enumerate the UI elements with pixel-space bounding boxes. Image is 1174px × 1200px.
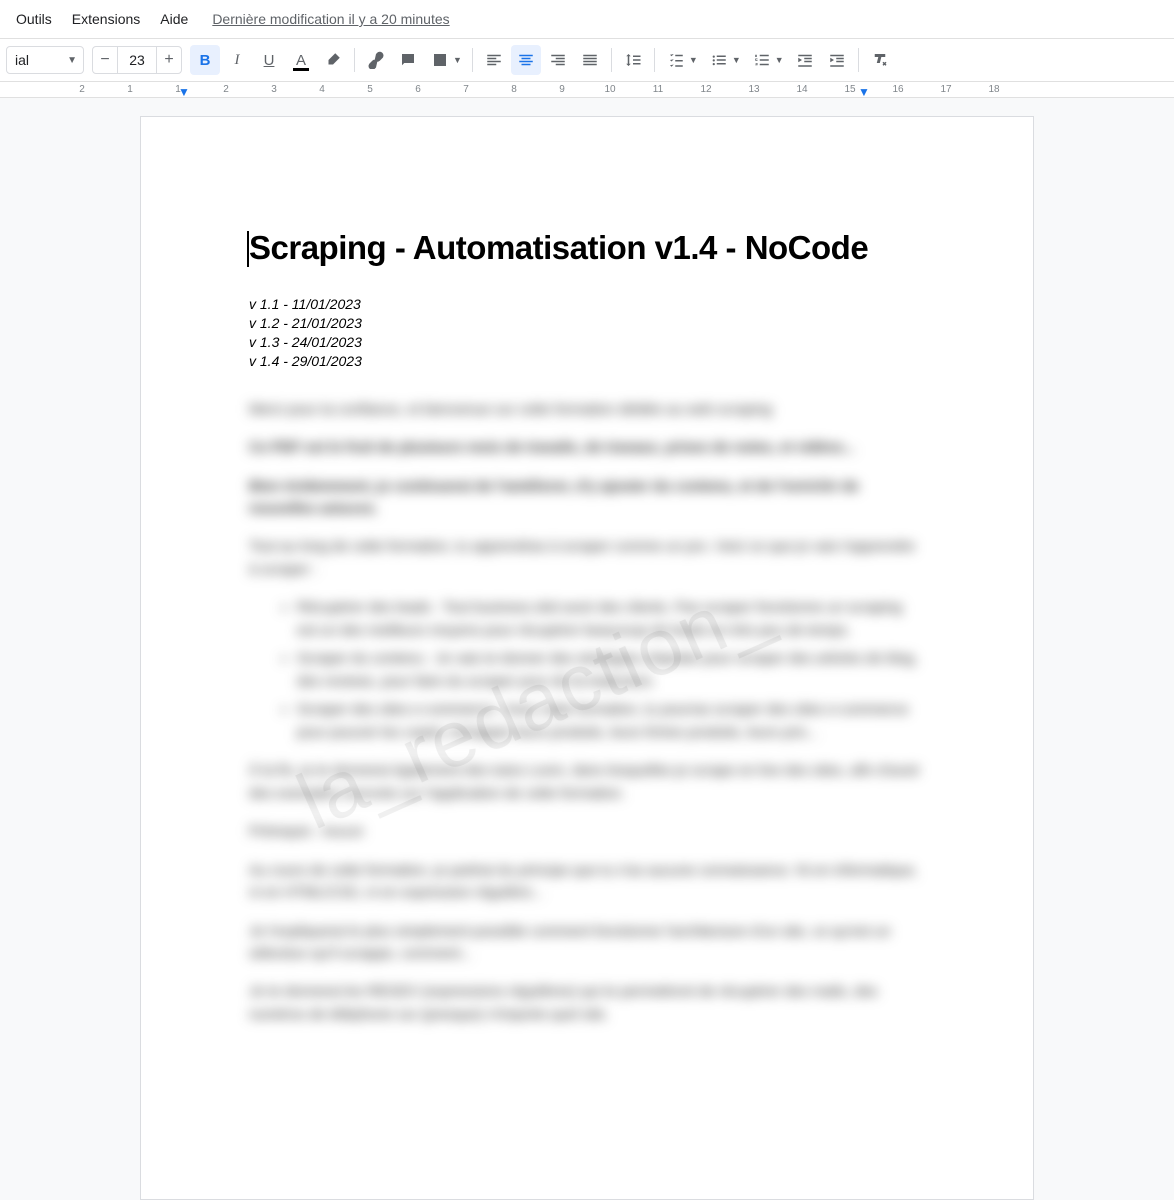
canvas: Scraping - Automatisation v1.4 - NoCode … xyxy=(0,98,1174,1200)
numbered-list-icon xyxy=(753,51,771,69)
image-icon xyxy=(431,51,449,69)
version-line: v 1.1 - 11/01/2023 xyxy=(249,295,925,314)
font-size-input[interactable] xyxy=(117,47,157,73)
numbered-list-combo[interactable]: ▼ xyxy=(747,45,788,75)
highlight-icon xyxy=(324,51,342,69)
comment-icon xyxy=(399,51,417,69)
font-family-label: ial xyxy=(15,52,29,68)
menu-aide[interactable]: Aide xyxy=(152,5,196,33)
separator xyxy=(654,48,655,72)
clear-formatting-button[interactable] xyxy=(865,45,895,75)
highlight-button[interactable] xyxy=(318,45,348,75)
checklist-button[interactable] xyxy=(661,45,691,75)
menu-outils[interactable]: Outils xyxy=(8,5,60,33)
align-center-icon xyxy=(517,51,535,69)
menubar: Outils Extensions Aide Dernière modifica… xyxy=(0,0,1174,38)
text-color-button[interactable]: A xyxy=(286,45,316,75)
version-line: v 1.3 - 24/01/2023 xyxy=(249,333,925,352)
insert-link-button[interactable] xyxy=(361,45,391,75)
insert-image-button[interactable] xyxy=(425,45,455,75)
numbered-list-button[interactable] xyxy=(747,45,777,75)
separator xyxy=(611,48,612,72)
chevron-down-icon: ▼ xyxy=(67,55,77,66)
separator xyxy=(354,48,355,72)
last-edit-link[interactable]: Dernière modification il y a 20 minutes xyxy=(212,11,449,27)
decrease-indent-button[interactable] xyxy=(790,45,820,75)
align-right-icon xyxy=(549,51,567,69)
align-justify-button[interactable] xyxy=(575,45,605,75)
increase-indent-button[interactable] xyxy=(822,45,852,75)
document-page[interactable]: Scraping - Automatisation v1.4 - NoCode … xyxy=(140,116,1034,1200)
clear-formatting-icon xyxy=(871,51,889,69)
insert-comment-button[interactable] xyxy=(393,45,423,75)
bullet-list-combo[interactable]: ▼ xyxy=(704,45,745,75)
separator xyxy=(472,48,473,72)
link-icon xyxy=(367,51,385,69)
bullet-list-icon xyxy=(710,51,728,69)
font-size-decrease[interactable]: − xyxy=(93,47,117,73)
line-spacing-button[interactable] xyxy=(618,45,648,75)
indent-marker-right[interactable]: ▼ xyxy=(858,85,870,98)
menu-extensions[interactable]: Extensions xyxy=(64,5,148,33)
version-line: v 1.2 - 21/01/2023 xyxy=(249,314,925,333)
increase-indent-icon xyxy=(828,51,846,69)
insert-image-combo[interactable]: ▼ xyxy=(425,45,466,75)
bullet-list-button[interactable] xyxy=(704,45,734,75)
decrease-indent-icon xyxy=(796,51,814,69)
version-list[interactable]: v 1.1 - 11/01/2023 v 1.2 - 21/01/2023 v … xyxy=(249,295,925,371)
italic-button[interactable]: I xyxy=(222,45,252,75)
bold-button[interactable]: B xyxy=(190,45,220,75)
align-justify-icon xyxy=(581,51,599,69)
checklist-icon xyxy=(667,51,685,69)
align-center-button[interactable] xyxy=(511,45,541,75)
document-title[interactable]: Scraping - Automatisation v1.4 - NoCode xyxy=(249,229,925,267)
align-left-icon xyxy=(485,51,503,69)
checklist-combo[interactable]: ▼ xyxy=(661,45,702,75)
underline-button[interactable]: U xyxy=(254,45,284,75)
blurred-content: Merci pour ta confiance, et bienvenue su… xyxy=(249,399,925,1027)
font-family-select[interactable]: ial ▼ xyxy=(6,46,84,74)
font-size-group: − + xyxy=(92,46,182,74)
align-left-button[interactable] xyxy=(479,45,509,75)
separator xyxy=(858,48,859,72)
indent-marker-left[interactable]: ▼ xyxy=(178,85,190,98)
version-line: v 1.4 - 29/01/2023 xyxy=(249,352,925,371)
ruler[interactable]: 2 1 1 2 3 4 5 6 7 8 9 10 11 12 13 14 15 … xyxy=(0,82,1174,98)
font-size-increase[interactable]: + xyxy=(157,47,181,73)
line-spacing-icon xyxy=(624,51,642,69)
toolbar: ial ▼ − + B I U A ▼ xyxy=(0,38,1174,82)
align-right-button[interactable] xyxy=(543,45,573,75)
